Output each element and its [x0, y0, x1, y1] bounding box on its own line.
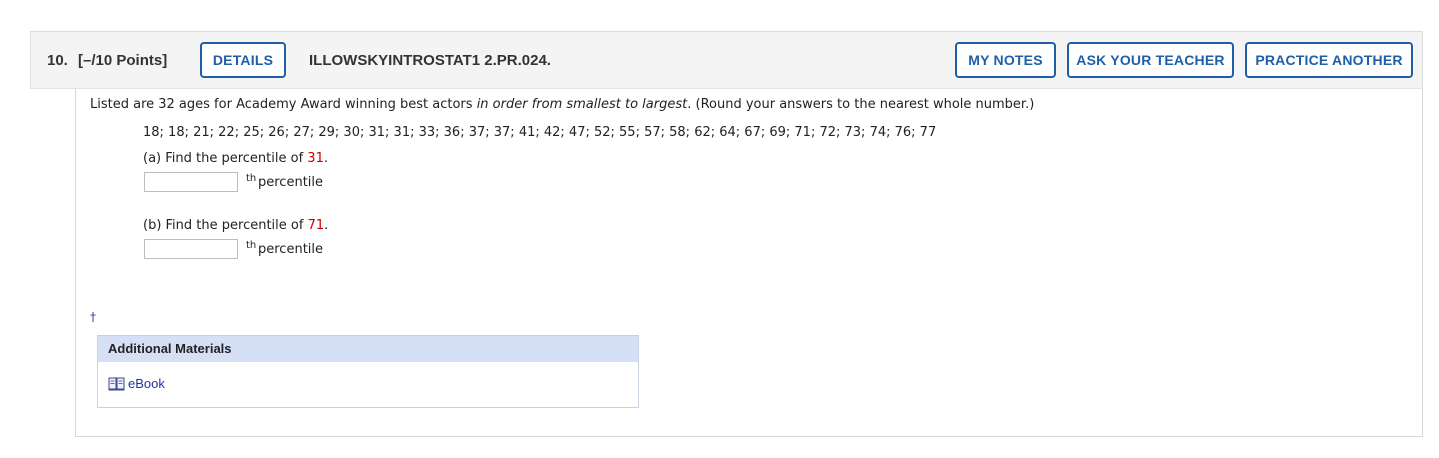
- part-b-prompt-text: (b) Find the percentile of: [143, 218, 308, 233]
- additional-materials-title: Additional Materials: [98, 336, 638, 362]
- part-b-percentile-label: percentile: [258, 242, 324, 257]
- question-code: ILLOWSKYINTROSTAT1 2.PR.024.: [309, 52, 551, 69]
- ebook-link[interactable]: eBook: [108, 376, 165, 391]
- part-a-value: 31: [307, 151, 324, 166]
- intro-rounding-text: . (Round your answers to the nearest who…: [687, 97, 1035, 112]
- part-a-prompt: (a) Find the percentile of 31.: [143, 151, 328, 166]
- intro-italic-text: in order from smallest to largest: [476, 97, 688, 112]
- part-a-answer-input[interactable]: [144, 172, 238, 192]
- part-b-th-superscript: th: [246, 240, 257, 251]
- question-intro: Listed are 32 ages for Academy Award win…: [90, 97, 1034, 112]
- ask-your-teacher-button[interactable]: ASK YOUR TEACHER: [1067, 42, 1234, 78]
- my-notes-button[interactable]: MY NOTES: [955, 42, 1056, 78]
- part-a-th-superscript: th: [246, 173, 257, 184]
- ebook-label[interactable]: eBook: [128, 376, 165, 391]
- details-button[interactable]: DETAILS: [200, 42, 286, 78]
- part-a-percentile-label: percentile: [258, 175, 324, 190]
- part-b-period: .: [324, 218, 329, 233]
- part-b-value: 71: [307, 218, 325, 233]
- part-b-answer-input[interactable]: [144, 239, 238, 259]
- part-a-prompt-text: (a) Find the percentile of: [143, 151, 308, 166]
- intro-text: Listed are 32 ages for Academy Award win…: [90, 97, 477, 112]
- part-b-prompt: (b) Find the percentile of 71.: [143, 218, 328, 233]
- practice-another-button[interactable]: PRACTICE ANOTHER: [1245, 42, 1413, 78]
- question-number: 10.: [47, 52, 68, 69]
- question-header: 10. [–/10 Points] DETAILS ILLOWSKYINTROS…: [30, 31, 1423, 89]
- part-a-period: .: [323, 151, 328, 166]
- additional-materials-panel: Additional Materials eBook: [97, 335, 639, 408]
- book-icon: [108, 377, 125, 390]
- ages-data-list: 18; 18; 21; 22; 25; 26; 27; 29; 30; 31; …: [143, 125, 937, 140]
- question-points: [–/10 Points]: [78, 52, 168, 69]
- dagger-marker: †: [90, 310, 96, 324]
